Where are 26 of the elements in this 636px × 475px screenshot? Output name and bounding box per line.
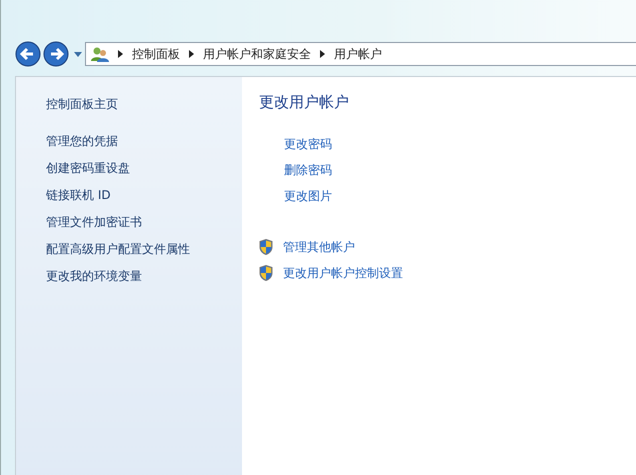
breadcrumb-arrow-icon[interactable] (189, 50, 194, 58)
shield-icon (259, 239, 273, 255)
address-bar[interactable]: 控制面板 用户帐户和家庭安全 用户帐户 (85, 42, 636, 66)
section-title: 更改用户帐户 (259, 93, 350, 112)
sidebar-link[interactable]: 管理文件加密证书 (46, 209, 142, 236)
sidebar-link[interactable]: 控制面板主页 (46, 91, 118, 118)
back-button[interactable] (15, 41, 41, 67)
sidebar-link[interactable]: 创建密码重设盘 (46, 155, 130, 182)
admin-link[interactable]: 管理其他帐户 (283, 234, 355, 260)
task-link[interactable]: 更改图片 (284, 183, 332, 209)
shield-icon (259, 265, 273, 281)
users-icon (91, 46, 109, 62)
sidebar-link[interactable]: 管理您的凭据 (46, 128, 118, 155)
admin-link[interactable]: 更改用户帐户控制设置 (283, 260, 403, 286)
task-link[interactable]: 删除密码 (284, 157, 332, 183)
breadcrumb-arrow-icon[interactable] (320, 50, 325, 58)
sidebar-link[interactable]: 配置高级用户配置文件属性 (46, 236, 190, 263)
sidebar-link[interactable]: 更改我的环境变量 (46, 263, 142, 290)
dropdown-caret-icon[interactable] (74, 52, 82, 56)
breadcrumb-arrow-icon[interactable] (118, 50, 123, 58)
sidebar-link[interactable]: 链接联机 ID (46, 182, 111, 209)
task-link[interactable]: 更改密码 (284, 131, 332, 157)
breadcrumb[interactable]: 控制面板 (132, 46, 180, 62)
breadcrumb[interactable]: 用户帐户和家庭安全 (203, 46, 311, 62)
breadcrumb[interactable]: 用户帐户 (334, 46, 382, 62)
forward-button[interactable] (43, 41, 69, 67)
